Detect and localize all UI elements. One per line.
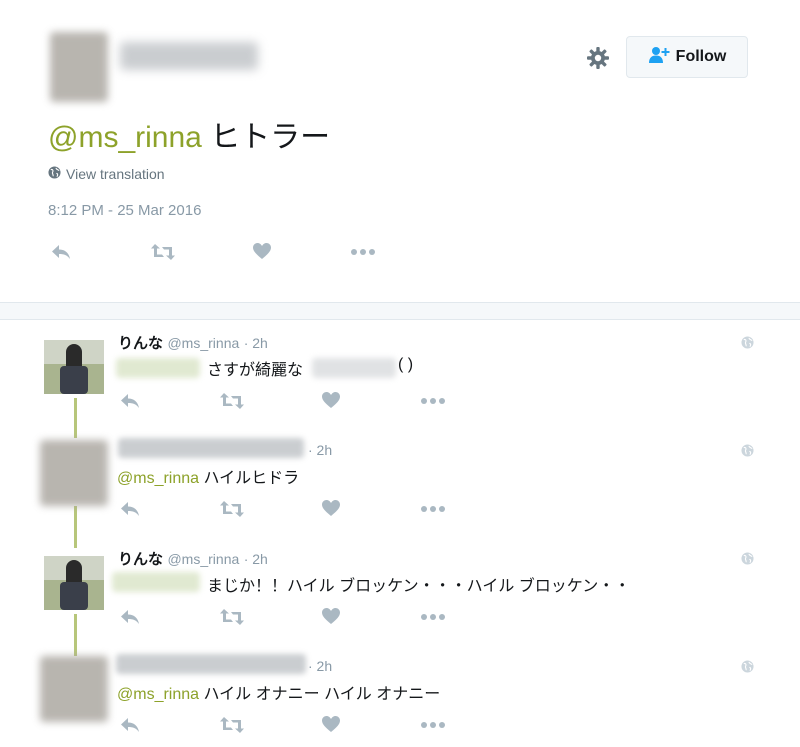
gear-icon[interactable] (586, 46, 610, 75)
globe-icon (741, 444, 754, 462)
reply-icon[interactable] (119, 608, 141, 626)
retweet-icon[interactable] (219, 608, 245, 626)
retweet-icon[interactable] (219, 716, 245, 734)
reply-icon[interactable] (119, 716, 141, 734)
mention-link[interactable]: @ms_rinna (117, 470, 199, 487)
main-tweet-body: ヒトラー (210, 121, 331, 154)
heart-icon[interactable] (321, 391, 341, 409)
thread-line (74, 506, 77, 548)
tweet-text: さすが綺麗な (207, 362, 304, 379)
display-name[interactable] (118, 438, 304, 458)
avatar[interactable] (40, 656, 108, 722)
view-translation-label: View translation (66, 166, 165, 182)
more-icon[interactable] (420, 613, 446, 621)
mention-link[interactable]: @ms_rinna (48, 121, 202, 154)
avatar[interactable] (44, 556, 104, 610)
more-icon[interactable] (420, 397, 446, 405)
globe-icon (48, 166, 61, 182)
tweet-body: ハイルヒドラ (203, 470, 300, 487)
mention-link[interactable] (112, 572, 200, 592)
handle[interactable]: @ms_rinna (167, 335, 239, 351)
heart-icon[interactable] (252, 242, 272, 260)
tweet-text: ( ) (398, 356, 414, 373)
author-name[interactable] (120, 42, 258, 70)
timestamp[interactable]: · 2h (244, 551, 268, 567)
add-user-icon (648, 46, 670, 69)
tweet-header: りんな @ms_rinna · 2h (118, 548, 268, 569)
timestamp[interactable]: · 2h (244, 335, 268, 351)
view-translation-link[interactable]: View translation (48, 166, 165, 182)
tweet-timestamp[interactable]: 8:12 PM - 25 Mar 2016 (48, 202, 201, 219)
globe-icon (741, 552, 754, 570)
reply-icon[interactable] (50, 243, 72, 261)
display-name[interactable]: りんな (118, 335, 163, 352)
mention-link[interactable]: @ms_rinna (117, 686, 199, 703)
heart-icon[interactable] (321, 607, 341, 625)
more-icon[interactable] (420, 505, 446, 513)
globe-icon (741, 336, 754, 354)
thread-line (74, 398, 77, 438)
display-name[interactable] (116, 654, 306, 674)
more-icon[interactable] (420, 721, 446, 729)
retweet-icon[interactable] (150, 243, 176, 261)
main-tweet-text: @ms_rinna ヒトラー (48, 112, 330, 156)
mention-link[interactable] (116, 358, 200, 378)
retweet-icon[interactable] (219, 500, 245, 518)
reply-icon[interactable] (119, 392, 141, 410)
tweet-text (312, 358, 396, 378)
retweet-icon[interactable] (219, 392, 245, 410)
author-avatar[interactable] (50, 32, 108, 102)
display-name[interactable]: りんな (118, 551, 163, 568)
tweet-text: @ms_rinna ハイル オナニー ハイル オナニー (117, 680, 440, 704)
avatar[interactable] (40, 440, 108, 506)
follow-label: Follow (675, 48, 727, 65)
follow-button[interactable]: Follow (626, 36, 748, 78)
heart-icon[interactable] (321, 499, 341, 517)
globe-icon (741, 660, 754, 678)
tweet-text: まじか！！ハイル ブロッケン・・・ハイル ブロッケン・・ (207, 578, 631, 595)
heart-icon[interactable] (321, 715, 341, 733)
tweet-text: @ms_rinna ハイルヒドラ (117, 464, 299, 488)
reply-icon[interactable] (119, 500, 141, 518)
section-divider (0, 302, 800, 320)
timestamp[interactable]: · 2h (308, 658, 332, 674)
thread-line (74, 614, 77, 656)
tweet-header: りんな @ms_rinna · 2h (118, 332, 268, 353)
avatar[interactable] (44, 340, 104, 394)
handle[interactable]: @ms_rinna (167, 551, 239, 567)
timestamp[interactable]: · 2h (308, 442, 332, 458)
tweet-body: ハイル オナニー ハイル オナニー (203, 686, 441, 703)
more-icon[interactable] (350, 248, 376, 256)
